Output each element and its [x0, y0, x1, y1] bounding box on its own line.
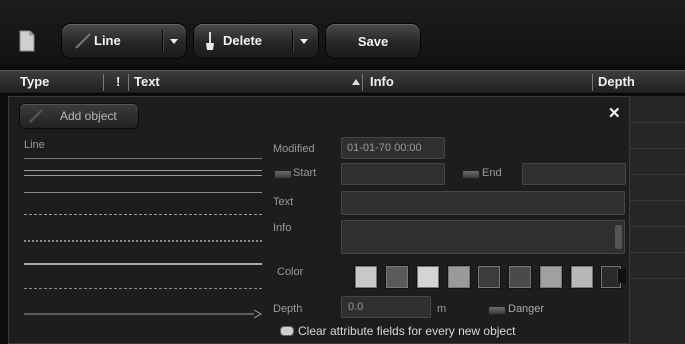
column-info[interactable]: Info [370, 71, 394, 93]
button-divider [292, 30, 293, 52]
row-divider [630, 174, 685, 175]
color-swatch[interactable] [447, 265, 471, 289]
checkbox[interactable] [280, 326, 294, 336]
modified-label: Modified [273, 143, 315, 155]
line-style-arrow[interactable] [24, 306, 263, 319]
column-depth[interactable]: Depth [598, 71, 635, 93]
depth-field[interactable]: 0.0 [341, 296, 431, 318]
start-field[interactable] [341, 163, 445, 185]
column-type[interactable]: Type [20, 71, 49, 93]
color-swatch[interactable] [416, 265, 440, 289]
color-swatch[interactable] [508, 265, 532, 289]
add-object-label: Add object [60, 109, 117, 123]
sort-ascending-icon [352, 79, 360, 85]
pencil-icon [28, 108, 44, 124]
start-toggle[interactable] [274, 170, 292, 179]
list-area [630, 96, 685, 344]
text-field[interactable] [341, 191, 625, 215]
column-separator [592, 74, 593, 91]
info-label: Info [273, 222, 292, 234]
line-style-dashed-long[interactable] [24, 288, 262, 289]
end-label: End [482, 167, 502, 179]
depth-unit: m [437, 303, 447, 315]
scrollbar[interactable] [615, 225, 622, 249]
chevron-down-icon[interactable] [617, 269, 626, 283]
row-divider [630, 148, 685, 149]
row-divider [630, 252, 685, 253]
brush-icon [204, 31, 216, 51]
sort-marker: ! [116, 74, 121, 89]
info-field[interactable] [341, 220, 625, 254]
delete-button[interactable]: Delete [194, 24, 318, 58]
row-divider [630, 226, 685, 227]
color-swatch[interactable] [385, 265, 409, 289]
start-label: Start [293, 167, 317, 179]
end-field[interactable] [522, 163, 626, 185]
color-label: Color [277, 266, 304, 278]
column-separator [362, 74, 363, 91]
end-toggle[interactable] [462, 170, 480, 179]
row-divider [630, 278, 685, 279]
line-tool-button[interactable]: Line [62, 24, 186, 58]
column-header: Type ! Text Info Depth [0, 70, 685, 94]
depth-value: 0.0 [348, 301, 364, 313]
line-style-solid-double[interactable] [24, 170, 262, 176]
text-label: Text [273, 196, 294, 208]
button-divider [162, 30, 163, 52]
line-style-dashed[interactable] [24, 214, 262, 215]
save-label: Save [357, 33, 389, 49]
new-document-icon[interactable] [18, 29, 36, 53]
column-separator [103, 74, 104, 91]
line-tool-label: Line [94, 33, 121, 48]
close-icon[interactable]: ✕ [608, 104, 621, 122]
color-swatch[interactable] [539, 265, 563, 289]
delete-label: Delete [223, 33, 263, 48]
row-divider [630, 200, 685, 201]
color-swatch[interactable] [570, 265, 594, 289]
clear-attributes-label: Clear attribute fields for every new obj… [298, 324, 516, 338]
danger-label: Danger [508, 303, 545, 315]
line-style-solid-thin[interactable] [24, 158, 262, 159]
line-style-dotted[interactable] [24, 240, 262, 242]
row-divider [630, 122, 685, 123]
column-separator [128, 74, 129, 91]
chevron-down-icon[interactable] [170, 39, 178, 44]
depth-label: Depth [273, 303, 303, 315]
modified-value: 01-01-70 00:00 [347, 142, 422, 154]
line-style-solid[interactable] [24, 192, 262, 193]
line-style-solid-thick[interactable] [24, 263, 262, 265]
color-swatch[interactable] [477, 265, 501, 289]
column-text[interactable]: Text [134, 71, 160, 93]
add-object-button[interactable]: Add object [20, 104, 138, 128]
color-swatch[interactable] [354, 265, 378, 289]
chevron-down-icon[interactable] [300, 39, 308, 44]
modified-field: 01-01-70 00:00 [341, 137, 445, 159]
danger-toggle[interactable] [488, 306, 506, 315]
line-icon [74, 32, 92, 50]
save-button[interactable]: Save [326, 24, 420, 58]
line-section-label: Line [24, 139, 45, 151]
